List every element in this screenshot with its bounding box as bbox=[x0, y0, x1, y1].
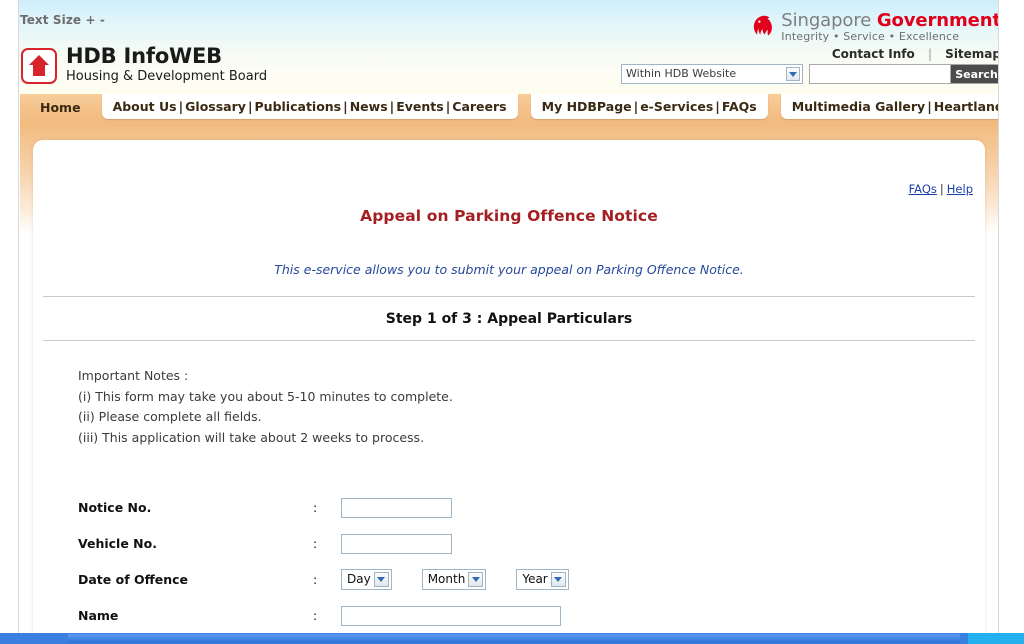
site-search: Within HDB Website Search bbox=[621, 64, 1003, 84]
main-navigation-band: Home About Us | Glossary | Publications | News… bbox=[20, 94, 1024, 123]
nav-group-corporate: About Us | Glossary | Publications | News | Even… bbox=[101, 94, 518, 119]
note-item: (i) This form may take you about 5-10 mi… bbox=[78, 388, 453, 404]
utility-nav: Contact Info | Sitemap bbox=[749, 47, 1001, 61]
horizontal-scrollbar[interactable] bbox=[0, 633, 1024, 644]
scrollbar-thumb[interactable] bbox=[68, 634, 960, 643]
day-select-value: Day bbox=[347, 572, 371, 586]
year-select-value: Year bbox=[522, 572, 548, 586]
content-panel: FAQs | Help Appeal on Parking Offence Noti… bbox=[33, 140, 985, 644]
page-left-margin bbox=[0, 0, 19, 644]
link-separator: | bbox=[939, 182, 944, 196]
sg-word-government: Government bbox=[876, 10, 1001, 31]
search-scope-select[interactable]: Within HDB Website bbox=[621, 64, 803, 84]
form-row-name: Name : bbox=[78, 597, 569, 633]
divider-bottom bbox=[43, 340, 975, 341]
form-row-vehicle-no: Vehicle No. : bbox=[78, 525, 569, 561]
notice-no-label: Notice No. bbox=[78, 499, 152, 515]
vehicle-no-label: Vehicle No. bbox=[78, 535, 157, 551]
sg-gov-wordmark: Singapore Government bbox=[781, 11, 1001, 30]
chevron-down-icon[interactable] bbox=[373, 571, 389, 587]
text-size-control: Text Size + - bbox=[20, 13, 105, 27]
form-row-date-of-offence: Date of Offence : Day Month Year bbox=[78, 561, 569, 597]
nav-separator: | bbox=[715, 99, 720, 114]
appeal-particulars-form: Notice No. : Vehicle No. : Date of Offen… bbox=[78, 489, 569, 644]
nav-separator: | bbox=[445, 99, 451, 114]
browser-viewport: Text Size + - HDB InfoWEB Housing & Deve… bbox=[0, 0, 1024, 644]
scrollbar-tail bbox=[968, 633, 1024, 644]
note-item: (iii) This application will take about 2… bbox=[78, 429, 425, 445]
main-navigation: Home About Us | Glossary | Publications | News… bbox=[20, 94, 1024, 123]
field-colon: : bbox=[313, 571, 318, 587]
search-input[interactable] bbox=[810, 65, 950, 83]
month-select-value: Month bbox=[427, 572, 466, 586]
year-select[interactable]: Year bbox=[516, 568, 569, 590]
sitemap-link[interactable]: Sitemap bbox=[945, 47, 1001, 61]
hdb-house-arrow-icon bbox=[21, 47, 57, 84]
nav-item-my-hdbpage[interactable]: My HDBPage bbox=[542, 99, 632, 114]
faqs-link[interactable]: FAQs bbox=[909, 182, 937, 196]
nav-item-careers[interactable]: Careers bbox=[452, 99, 506, 114]
nav-separator: | bbox=[178, 99, 184, 114]
search-button[interactable]: Search bbox=[950, 65, 1002, 83]
nav-item-multimedia-gallery[interactable]: Multimedia Gallery bbox=[792, 99, 925, 114]
page-help-links: FAQs | Help bbox=[909, 182, 973, 196]
field-colon: : bbox=[313, 535, 318, 551]
search-scope-value: Within HDB Website bbox=[626, 67, 737, 80]
nav-group-media: Multimedia Gallery|Heartland Beat|Useful… bbox=[780, 94, 1024, 119]
nav-item-e-services[interactable]: e-Services bbox=[640, 99, 713, 114]
nav-separator: | bbox=[343, 99, 348, 114]
field-colon: : bbox=[313, 499, 318, 515]
chevron-down-icon[interactable] bbox=[786, 67, 800, 81]
page-right-margin bbox=[998, 0, 1024, 644]
contact-info-link[interactable]: Contact Info bbox=[832, 47, 915, 61]
nav-separator: | bbox=[389, 99, 395, 114]
singapore-government-crest: Singapore Government Integrity • Service… bbox=[749, 11, 1001, 61]
chevron-down-icon[interactable] bbox=[550, 571, 566, 587]
sg-word-singapore: Singapore bbox=[781, 10, 877, 31]
important-notes: Important Notes : (i) This form may take… bbox=[78, 366, 985, 448]
nav-item-faqs[interactable]: FAQs bbox=[722, 99, 757, 114]
hdb-wordmark: HDB InfoWEB Housing & Development Board bbox=[66, 46, 267, 85]
notice-no-input[interactable] bbox=[341, 497, 452, 518]
page-intro-text: This e-service allows you to submit your… bbox=[274, 262, 744, 277]
nav-separator: | bbox=[927, 47, 932, 61]
name-label: Name bbox=[78, 607, 119, 623]
nav-item-news[interactable]: News bbox=[350, 99, 388, 114]
field-colon: : bbox=[313, 607, 318, 623]
nav-separator: | bbox=[633, 99, 639, 114]
chevron-down-icon[interactable] bbox=[468, 571, 484, 587]
day-select[interactable]: Day bbox=[341, 568, 392, 590]
nav-separator: | bbox=[927, 99, 932, 114]
notes-heading: Important Notes : bbox=[78, 368, 189, 383]
nav-item-about-us[interactable]: About Us bbox=[113, 99, 177, 114]
hdb-subtitle: Housing & Development Board bbox=[66, 69, 268, 84]
name-input[interactable] bbox=[341, 605, 561, 626]
text-size-label: Text Size bbox=[20, 13, 82, 27]
form-row-notice-no: Notice No. : bbox=[78, 489, 569, 525]
note-item: (ii) Please complete all fields. bbox=[78, 409, 262, 424]
text-size-increase-button[interactable]: + bbox=[85, 13, 95, 27]
nav-item-events[interactable]: Events bbox=[396, 99, 443, 114]
step-heading: Step 1 of 3 : Appeal Particulars bbox=[385, 311, 633, 327]
nav-item-glossary[interactable]: Glossary bbox=[185, 99, 246, 114]
vehicle-no-input[interactable] bbox=[341, 533, 452, 554]
nav-group-services: My HDBPage | e-Services | FAQs bbox=[530, 94, 768, 119]
nav-item-home[interactable]: Home bbox=[32, 94, 89, 121]
scrollbar-track[interactable] bbox=[0, 633, 1024, 644]
search-field-wrap: Search bbox=[809, 64, 1003, 84]
site-banner: Text Size + - HDB InfoWEB Housing & Deve… bbox=[0, 0, 1024, 94]
help-link[interactable]: Help bbox=[947, 182, 973, 196]
text-size-decrease-button[interactable]: - bbox=[100, 13, 105, 27]
page-title: Appeal on Parking Offence Notice bbox=[360, 207, 658, 225]
hdb-title: HDB InfoWEB bbox=[66, 44, 222, 68]
hdb-logo[interactable]: HDB InfoWEB Housing & Development Board bbox=[21, 46, 267, 85]
month-select[interactable]: Month bbox=[421, 568, 487, 590]
date-of-offence-label: Date of Offence bbox=[78, 571, 189, 587]
nav-separator: | bbox=[247, 99, 253, 114]
date-of-offence-group: Day Month Year bbox=[341, 568, 569, 590]
nav-item-publications[interactable]: Publications bbox=[255, 99, 342, 114]
sg-gov-tagline: Integrity • Service • Excellence bbox=[781, 30, 960, 43]
singapore-lion-icon bbox=[754, 15, 773, 35]
